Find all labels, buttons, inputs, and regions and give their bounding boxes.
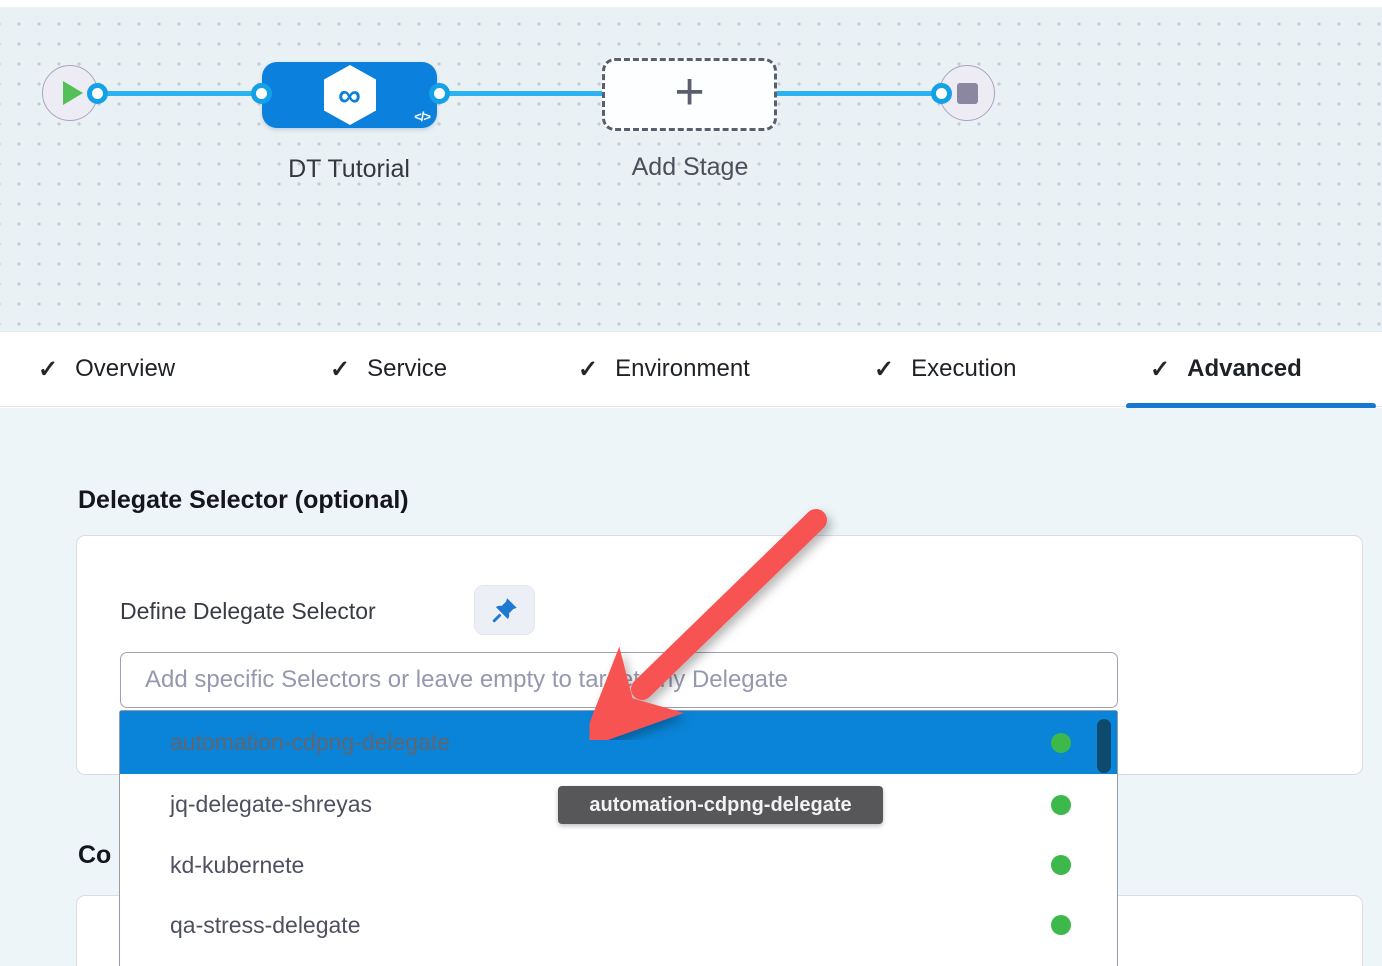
tab-label: Service bbox=[367, 355, 447, 383]
check-icon: ✓ bbox=[578, 355, 598, 384]
connector-port bbox=[931, 83, 952, 104]
plus-icon: + bbox=[674, 72, 704, 114]
pipeline-canvas[interactable]: ∞ </> + DT Tutorial Add Stage bbox=[0, 0, 1382, 331]
tab-overview[interactable]: ✓ Overview bbox=[38, 332, 175, 406]
define-delegate-selector-label: Define Delegate Selector bbox=[120, 598, 376, 625]
harness-stage-icon: ∞ bbox=[322, 64, 378, 126]
connector-port bbox=[87, 83, 108, 104]
status-dot-connected bbox=[1051, 855, 1071, 875]
check-icon: ✓ bbox=[1150, 355, 1170, 384]
code-icon[interactable]: </> bbox=[414, 109, 430, 124]
tab-advanced[interactable]: ✓ Advanced bbox=[1150, 332, 1302, 406]
dropdown-scrollbar-thumb[interactable] bbox=[1097, 719, 1111, 773]
stage-node-dt-tutorial[interactable]: ∞ </> bbox=[262, 62, 437, 128]
delegate-selector-input[interactable] bbox=[120, 652, 1118, 708]
tab-label: Execution bbox=[911, 355, 1016, 383]
tab-label: Environment bbox=[615, 355, 750, 383]
stop-icon bbox=[957, 83, 978, 104]
dropdown-item-label: qa-stress-delegate bbox=[170, 912, 361, 939]
connector-port bbox=[251, 83, 272, 104]
status-dot-connected bbox=[1051, 795, 1071, 815]
connector-port bbox=[429, 83, 450, 104]
dropdown-item[interactable]: kd-kubernete bbox=[120, 835, 1117, 895]
dropdown-item[interactable]: qa-stress-delegate bbox=[120, 895, 1117, 955]
pin-icon bbox=[490, 595, 520, 625]
status-dot-connected bbox=[1051, 915, 1071, 935]
tab-label: Advanced bbox=[1187, 355, 1302, 383]
delegate-tooltip: automation-cdpng-delegate bbox=[558, 786, 883, 824]
tab-environment[interactable]: ✓ Environment bbox=[578, 332, 750, 406]
add-stage-button[interactable]: + bbox=[602, 58, 777, 131]
dropdown-item-label: jq-delegate-shreyas bbox=[170, 791, 372, 818]
check-icon: ✓ bbox=[38, 355, 58, 384]
add-stage-label: Add Stage bbox=[580, 153, 800, 182]
tab-execution[interactable]: ✓ Execution bbox=[874, 332, 1017, 406]
tab-label: Overview bbox=[75, 355, 175, 383]
check-icon: ✓ bbox=[874, 355, 894, 384]
status-dot-connected bbox=[1051, 733, 1071, 753]
delegate-dropdown: automation-cdpng-delegate jq-delegate-sh… bbox=[119, 710, 1118, 966]
check-icon: ✓ bbox=[330, 355, 350, 384]
delegate-selector-heading: Delegate Selector (optional) bbox=[78, 486, 409, 515]
stage-label: DT Tutorial bbox=[239, 155, 459, 184]
dropdown-item-label: kd-kubernete bbox=[170, 852, 304, 879]
dropdown-item-label: automation-cdpng-delegate bbox=[170, 729, 450, 756]
stage-tabbar: ✓ Overview ✓ Service ✓ Environment ✓ Exe… bbox=[0, 331, 1382, 407]
canvas-top-strip bbox=[0, 0, 1382, 7]
infinity-icon: ∞ bbox=[322, 64, 378, 126]
pipeline-connector-line bbox=[98, 91, 941, 96]
pipeline-advanced-screen: ∞ </> + DT Tutorial Add Stage ✓ Overview… bbox=[0, 0, 1382, 966]
play-icon bbox=[63, 81, 83, 105]
dropdown-item[interactable]: automation-cdpng-delegate bbox=[120, 711, 1117, 774]
tab-service[interactable]: ✓ Service bbox=[330, 332, 447, 406]
next-section-heading-partial: Co bbox=[78, 841, 111, 870]
pin-button[interactable] bbox=[474, 585, 535, 635]
